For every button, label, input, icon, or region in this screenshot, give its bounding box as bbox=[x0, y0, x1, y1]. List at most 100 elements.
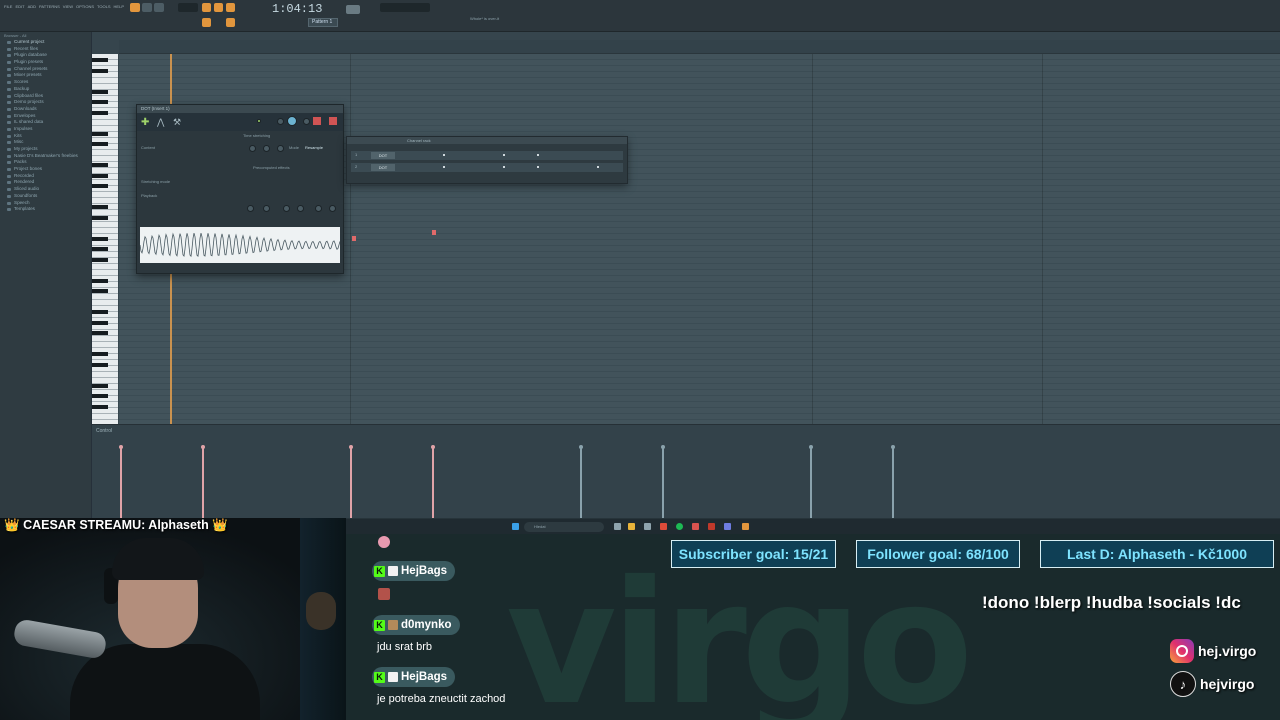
browser-item[interactable]: Impulses bbox=[0, 126, 91, 133]
record-button[interactable] bbox=[154, 3, 164, 12]
master-volume-slider[interactable] bbox=[346, 5, 360, 14]
browser-item[interactable]: IL shared data bbox=[0, 119, 91, 126]
channel-rack-title[interactable]: Channel rack bbox=[347, 137, 627, 144]
black-key[interactable] bbox=[92, 289, 108, 293]
chrome-icon[interactable] bbox=[660, 523, 667, 530]
play-button[interactable] bbox=[130, 3, 140, 12]
channel-rack-window[interactable]: Channel rack 1 DOT 2 DOT bbox=[346, 136, 628, 184]
browser-item[interactable]: Scores bbox=[0, 79, 91, 86]
browser-item[interactable]: Plugin presets bbox=[0, 59, 91, 66]
black-key[interactable] bbox=[92, 58, 108, 62]
black-key[interactable] bbox=[92, 205, 108, 209]
taskbar-search[interactable]: Hledat bbox=[524, 522, 604, 532]
browser-item[interactable]: Project bones bbox=[0, 166, 91, 173]
browser-item[interactable]: Channel presets bbox=[0, 66, 91, 73]
step[interactable] bbox=[503, 166, 505, 168]
timeline-ruler[interactable] bbox=[119, 40, 1280, 54]
task-view-icon[interactable] bbox=[614, 523, 621, 530]
fx-knob[interactable] bbox=[329, 205, 336, 212]
time-knob[interactable] bbox=[277, 145, 284, 152]
loop-button[interactable] bbox=[214, 3, 223, 12]
browser-item[interactable]: Speech bbox=[0, 200, 91, 207]
browser-item[interactable]: Sliced audio bbox=[0, 186, 91, 193]
browser-item[interactable]: Demo projects bbox=[0, 99, 91, 106]
fx-knob[interactable] bbox=[263, 205, 270, 212]
black-key[interactable] bbox=[92, 278, 108, 283]
black-key[interactable] bbox=[92, 173, 108, 178]
multiply-knob[interactable] bbox=[263, 145, 270, 152]
browser-item[interactable]: Nasie D's Beatmaker's freebies bbox=[0, 153, 91, 160]
fl-studio-icon[interactable] bbox=[742, 523, 749, 530]
explorer-icon[interactable] bbox=[628, 523, 635, 530]
browser-item[interactable]: My projects bbox=[0, 146, 91, 153]
step[interactable] bbox=[537, 154, 539, 156]
obs-icon[interactable] bbox=[708, 523, 715, 530]
tool-paint-button[interactable] bbox=[226, 18, 235, 27]
black-key[interactable] bbox=[92, 163, 108, 167]
fx-knob[interactable] bbox=[297, 205, 304, 212]
app-icon[interactable] bbox=[644, 523, 651, 530]
browser-item[interactable]: Kits bbox=[0, 133, 91, 140]
browser-item[interactable]: Recorded bbox=[0, 173, 91, 180]
menu-options[interactable]: OPTIONS bbox=[76, 4, 94, 9]
stop-button[interactable] bbox=[142, 3, 152, 12]
menu-patterns[interactable]: PATTERNS bbox=[39, 4, 60, 9]
browser-item[interactable]: Backup bbox=[0, 86, 91, 93]
velocity-bar[interactable] bbox=[349, 445, 353, 518]
black-key[interactable] bbox=[92, 100, 108, 104]
menu-tools[interactable]: TOOLS bbox=[97, 4, 111, 9]
black-key[interactable] bbox=[92, 184, 108, 188]
pitch-knob[interactable] bbox=[303, 118, 310, 125]
black-key[interactable] bbox=[92, 68, 108, 73]
app-icon[interactable] bbox=[692, 523, 699, 530]
discord-icon[interactable] bbox=[724, 523, 731, 530]
browser-item[interactable]: Mixer presets bbox=[0, 72, 91, 79]
browser-item[interactable]: Clipboard files bbox=[0, 93, 91, 100]
black-key[interactable] bbox=[92, 236, 108, 241]
start-icon[interactable] bbox=[512, 523, 519, 530]
channel-row[interactable]: 2 DOT bbox=[351, 163, 623, 172]
velocity-bar[interactable] bbox=[119, 445, 123, 518]
channel-number[interactable] bbox=[313, 117, 321, 125]
browser-item[interactable]: Plugin database bbox=[0, 52, 91, 59]
step[interactable] bbox=[443, 166, 445, 168]
pattern-selector[interactable]: Pattern 1 bbox=[308, 18, 338, 27]
control-lane[interactable]: Control bbox=[92, 424, 1280, 518]
browser-item[interactable]: Packs bbox=[0, 159, 91, 166]
browser-item[interactable]: Misc bbox=[0, 139, 91, 146]
plus-icon[interactable]: ✚ bbox=[141, 117, 149, 128]
black-key[interactable] bbox=[92, 362, 108, 367]
browser-item[interactable]: Recent files bbox=[0, 46, 91, 53]
sampler-window[interactable]: DOT (Insert 1) ✚ ⋀ ⚒ Content Time stretc… bbox=[136, 104, 344, 274]
black-key[interactable] bbox=[92, 310, 108, 314]
step[interactable] bbox=[503, 154, 505, 156]
note[interactable] bbox=[352, 236, 356, 241]
waveform-display[interactable] bbox=[139, 227, 341, 263]
black-key[interactable] bbox=[92, 257, 108, 262]
spotify-icon[interactable] bbox=[676, 523, 683, 530]
browser-item[interactable]: Downloads bbox=[0, 106, 91, 113]
velocity-bar[interactable] bbox=[809, 445, 813, 518]
menu-edit[interactable]: EDIT bbox=[15, 4, 24, 9]
black-key[interactable] bbox=[92, 215, 108, 220]
velocity-bar[interactable] bbox=[891, 445, 895, 518]
black-key[interactable] bbox=[92, 352, 108, 356]
step[interactable] bbox=[597, 166, 599, 168]
sampler-title[interactable]: DOT (Insert 1) bbox=[137, 105, 343, 113]
fx-knob[interactable] bbox=[247, 205, 254, 212]
metronome-button[interactable] bbox=[226, 3, 235, 12]
pitch-stretch-knob[interactable] bbox=[249, 145, 256, 152]
browser-item[interactable]: Envelopes bbox=[0, 113, 91, 120]
menu-view[interactable]: VIEW bbox=[63, 4, 73, 9]
fx-knob[interactable] bbox=[283, 205, 290, 212]
menu-help[interactable]: HELP bbox=[114, 4, 124, 9]
browser-item[interactable]: Rendered bbox=[0, 179, 91, 186]
menu-file[interactable]: FILE bbox=[4, 4, 12, 9]
snap-button[interactable] bbox=[202, 3, 211, 12]
browser-item[interactable]: Soundfonts bbox=[0, 193, 91, 200]
velocity-bar[interactable] bbox=[579, 445, 583, 518]
channel-name-button[interactable]: DOT bbox=[371, 164, 395, 171]
black-key[interactable] bbox=[92, 331, 108, 335]
black-key[interactable] bbox=[92, 247, 108, 251]
mixer-track[interactable] bbox=[329, 117, 337, 125]
